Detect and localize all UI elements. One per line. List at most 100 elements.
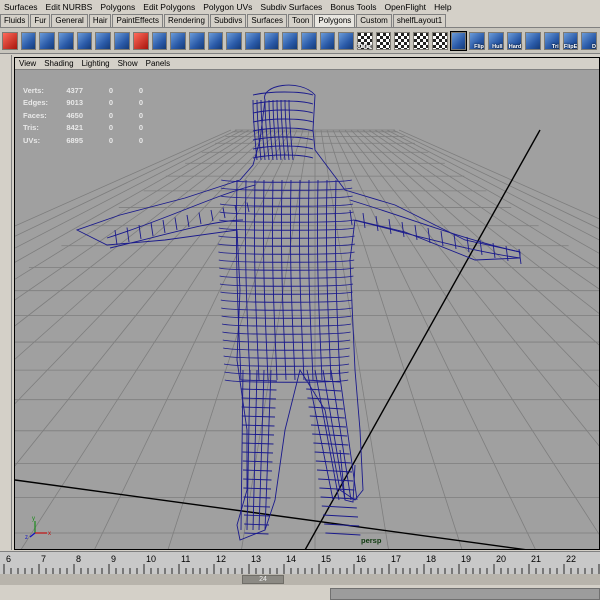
checker-icon[interactable]: XMag [357,31,373,50]
reduce-icon[interactable] [338,31,355,50]
soft-edge-icon[interactable] [525,31,541,50]
time-slider-ticks: 67891011121314151617181920212223 [3,554,600,574]
time-tick-label: 11 [181,554,190,564]
checker-icon[interactable] [413,31,429,50]
time-tick-label: 20 [496,554,506,564]
plane-icon[interactable] [76,31,93,50]
shelf-icon-label: D [592,43,596,50]
time-tick-label: 6 [6,554,11,564]
hud-value: 8421 [66,123,83,133]
hud-row: Faces: 4650 0 0 [23,109,143,122]
hud-a: 0 [108,85,113,95]
merge-icon[interactable] [132,31,149,50]
hard-edge-icon[interactable]: Hard [506,31,523,50]
shelf-icon-label: XMag [357,43,372,50]
time-tick-label: 10 [146,554,156,564]
viewport[interactable]: y z x Verts: 4377 0 0 Edges: 9013 0 0 Faces: 4650… [15,70,599,549]
menu-polygons[interactable]: Polygons [96,2,139,12]
shelf-icon-label: Hull [492,43,503,50]
shelf-tab-hair[interactable]: Hair [88,14,112,27]
time-tick-label: 17 [391,554,401,564]
time-tick-label: 13 [251,554,261,564]
x-axis-label: x [48,531,51,537]
menu-subdiv-surfaces[interactable]: Subdiv Surfaces [256,2,326,12]
tool-box [0,55,12,550]
shelf-tab-fur[interactable]: Fur [30,14,51,27]
hud-label: Verts: [23,85,44,95]
boolean-icon[interactable] [263,31,280,50]
panel-menu-lighting[interactable]: Lighting [78,59,114,68]
time-tick-label: 21 [531,554,541,564]
cleanup-icon[interactable] [301,31,317,50]
time-slider[interactable]: 67891011121314151617181920212223 [0,551,600,574]
menu-bar: Surfaces Edit NURBS Polygons Edit Polygons P… [0,0,600,13]
shelf-icon-label: Hard [508,43,522,50]
panel-menu-view[interactable]: View [15,59,40,68]
shelf-tab-surfaces[interactable]: Surfaces [247,14,287,27]
menu-openflight[interactable]: OpenFlight [380,2,430,12]
z-axis-label: z [25,535,28,541]
panel-menu-bar: View Shading Lighting Show Panels [15,58,599,70]
command-line-field[interactable] [330,588,600,600]
separate-icon[interactable] [244,31,261,50]
shelf-tab-toon[interactable]: Toon [288,14,314,27]
bevel-icon[interactable] [170,31,186,50]
shelf-tab-custom[interactable]: Custom [356,14,392,27]
cube-icon[interactable] [20,31,37,50]
poly-count-hud: Verts: 4377 0 0 Edges: 9013 0 0 Faces: 4650 0 0 Tris… [23,84,143,147]
time-tick-label: 8 [76,554,81,564]
shelf-tab-general[interactable]: General [51,14,88,27]
normal-icon[interactable]: Tri [543,31,560,50]
range-slider-handle[interactable]: 24 [242,575,284,584]
smooth-icon[interactable] [207,31,224,50]
extrude-icon[interactable] [114,31,130,50]
shelf-tab-rendering[interactable]: Rendering [164,14,209,27]
menu-surfaces[interactable]: Surfaces [0,2,42,12]
bridge-icon[interactable] [188,31,205,50]
checker-icon[interactable] [375,31,392,50]
checker-icon[interactable] [394,31,411,50]
shelf-tab-fluids[interactable]: Fluids [0,14,30,27]
shelf-tab-subdivs[interactable]: Subdivs [209,14,247,27]
shelf-tab-shelflayout1[interactable]: shelfLayout1 [392,14,447,27]
panel-menu-show[interactable]: Show [114,59,142,68]
cylinder-icon[interactable] [39,31,56,50]
menu-edit-polygons[interactable]: Edit Polygons [139,2,199,12]
hud-b: 0 [138,98,143,108]
display-icon[interactable]: D [581,31,597,50]
hud-value: 4377 [66,85,83,95]
time-tick-label: 7 [41,554,46,564]
flip-normal-icon[interactable]: FlipE [562,31,579,50]
hud-b: 0 [138,123,143,133]
y-axis-label: y [32,516,35,522]
menu-bonus-tools[interactable]: Bonus Tools [326,2,380,12]
unfold-icon[interactable]: Hull [487,31,504,50]
menu-polygon-uvs[interactable]: Polygon UVs [199,2,256,12]
checker-icon[interactable] [431,31,448,50]
menu-help[interactable]: Help [430,2,455,12]
shelf-icon-label: FlipE [563,43,578,50]
combine-icon[interactable] [226,31,242,50]
flip-icon[interactable]: Flip [469,31,485,50]
cone-icon[interactable] [58,31,74,50]
hud-row: Edges: 9013 0 0 [23,97,143,110]
shelf-tab-painteffects[interactable]: PaintEffects [112,14,164,27]
sphere-icon[interactable] [2,31,18,50]
hud-row: Verts: 4377 0 0 [23,84,143,97]
range-slider[interactable]: 24 [0,574,600,585]
hud-a: 0 [108,135,113,145]
menu-edit-nurbs[interactable]: Edit NURBS [42,2,97,12]
panel-menu-panels[interactable]: Panels [142,59,174,68]
shelf-tab-polygons[interactable]: Polygons [314,14,356,27]
panel-menu-shading[interactable]: Shading [40,59,77,68]
hud-value: 9013 [66,98,83,108]
split-icon[interactable] [151,31,168,50]
triangulate-icon[interactable] [319,31,336,50]
hud-a: 0 [108,98,113,108]
hud-row: UVs: 6895 0 0 [23,134,143,147]
camera-label: persp [361,536,382,545]
mirror-icon[interactable] [282,31,298,50]
select-icon[interactable] [449,30,468,51]
hud-row: Tris: 8421 0 0 [23,122,143,135]
torus-icon[interactable] [95,31,112,50]
